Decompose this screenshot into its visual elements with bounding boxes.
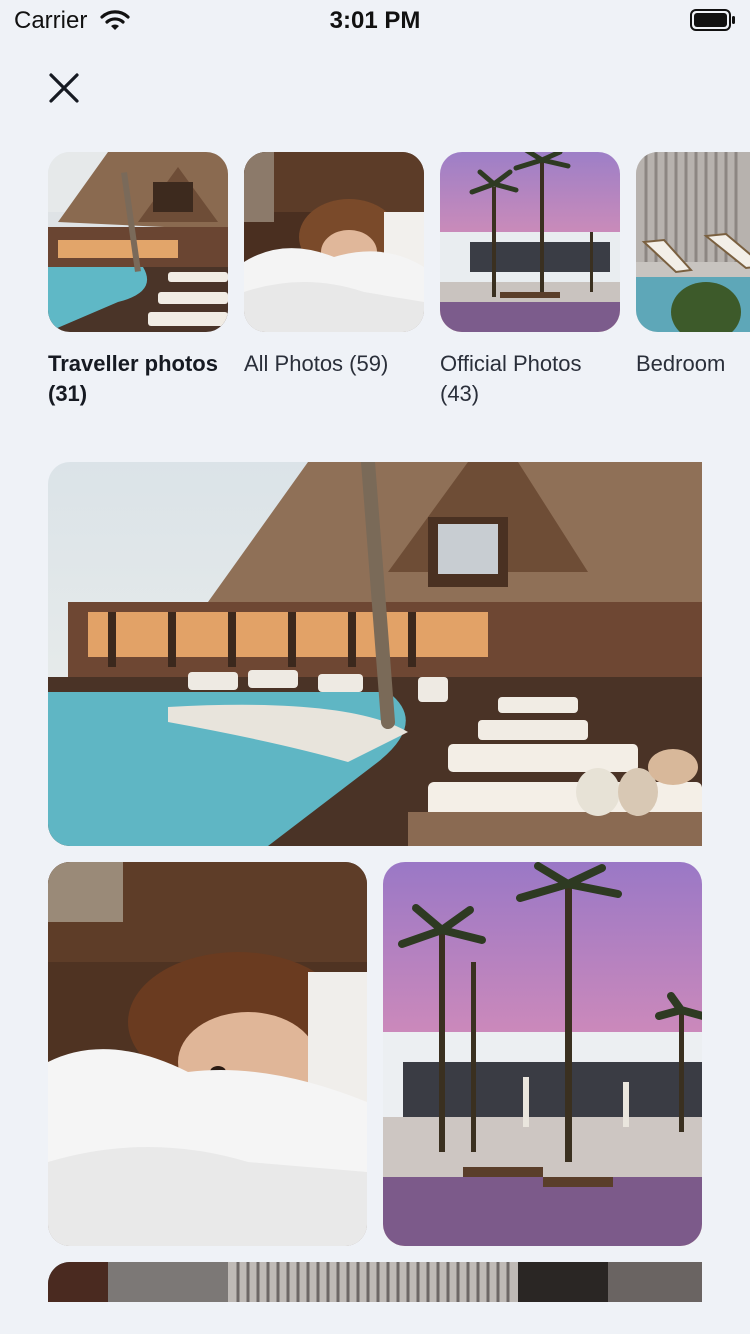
- photo-grid: [48, 462, 702, 1302]
- album-thumbnail: [48, 152, 228, 332]
- photo-palms-sunset[interactable]: [383, 862, 702, 1246]
- album-thumbnail: [636, 152, 750, 332]
- album-traveller-photos[interactable]: Traveller photos (31): [48, 152, 228, 409]
- album-bedroom[interactable]: Bedroom: [636, 152, 750, 379]
- battery-icon: [690, 9, 736, 31]
- clock: 3:01 PM: [329, 7, 421, 34]
- album-label: All Photos (59): [244, 351, 389, 376]
- close-button[interactable]: [44, 68, 84, 108]
- status-bar: Carrier 3:01 PM: [0, 0, 750, 40]
- album-label: Bedroom: [636, 351, 726, 376]
- album-thumbnail: [244, 152, 424, 332]
- photo-interior-slats[interactable]: [48, 1262, 702, 1302]
- album-official-photos[interactable]: Official Photos (43): [440, 152, 620, 409]
- close-icon: [49, 73, 79, 103]
- photo-resort-pool[interactable]: [48, 462, 702, 846]
- album-label: Official Photos (43): [440, 351, 582, 406]
- album-thumbnail: [440, 152, 620, 332]
- album-strip[interactable]: Traveller photos (31) All Photos (59) Of…: [48, 152, 750, 422]
- photo-woman-in-bed[interactable]: [48, 862, 367, 1246]
- album-label: Traveller photos (31): [48, 351, 218, 406]
- album-all-photos[interactable]: All Photos (59): [244, 152, 424, 379]
